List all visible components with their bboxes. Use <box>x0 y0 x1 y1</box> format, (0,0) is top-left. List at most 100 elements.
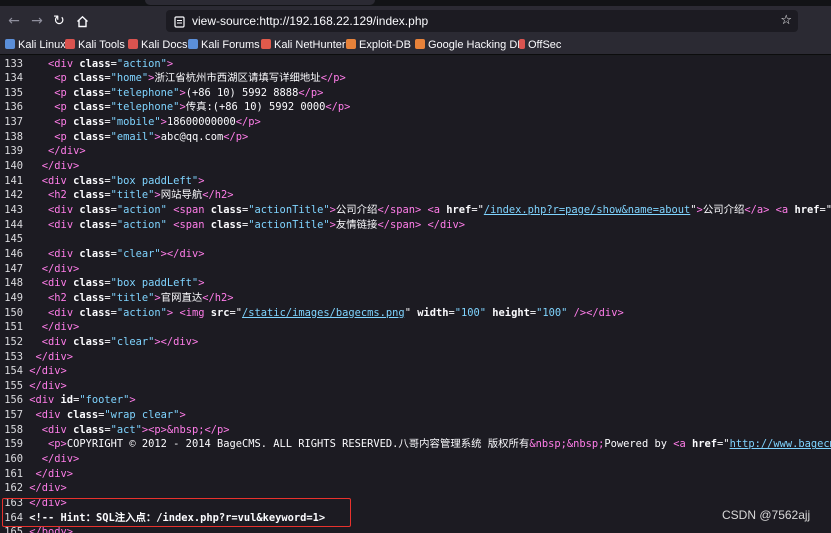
source-token: </p> <box>320 72 346 85</box>
source-token <box>29 145 48 157</box>
source-token: <div <box>48 306 80 319</box>
watermark: CSDN @7562ajj <box>722 508 811 522</box>
line-number: 153 <box>4 350 23 363</box>
bookmark-kali-tools[interactable]: Kali Tools <box>65 36 125 54</box>
source-token <box>29 116 54 128</box>
line-number: 138 <box>4 130 23 143</box>
source-line: 136 <p class="telephone">传真:(+86 10) 599… <box>0 100 350 115</box>
source-token: "telephone" <box>110 86 180 99</box>
source-token: </span> <box>377 218 422 231</box>
source-token: "email" <box>110 130 155 143</box>
bookmark-google-hacking-db[interactable]: Google Hacking DB <box>415 36 525 54</box>
line-number: 145 <box>4 233 23 246</box>
page-info-icon[interactable] <box>172 13 186 29</box>
source-line: 151 </div> <box>0 320 79 335</box>
bookmark-star-icon[interactable]: ☆ <box>780 10 792 32</box>
source-token: > <box>179 409 186 422</box>
source-token: 浙江省杭州市西湖区请填写详细地址 <box>154 72 321 85</box>
line-number: 143 <box>4 204 23 216</box>
home-icon[interactable] <box>69 6 95 36</box>
source-token: height <box>492 306 530 319</box>
bookmark-kali-linux[interactable]: Kali Linux <box>5 36 66 54</box>
source-token <box>29 131 54 143</box>
source-token: <p <box>54 72 74 85</box>
source-link[interactable]: /index.php?r=page/show&name=about <box>484 204 690 216</box>
bookmark-exploit-db[interactable]: Exploit-DB <box>346 36 411 54</box>
source-token: 18600000000 <box>166 116 236 129</box>
source-line: 141 <div class="box paddLeft"> <box>0 174 204 189</box>
source-token: class <box>73 189 105 202</box>
source-line: 156 <div id="footer"> <box>0 393 135 408</box>
ghdb-icon <box>415 39 425 49</box>
line-number: 160 <box>4 453 23 466</box>
source-token: </div> <box>35 350 74 363</box>
source-token: "home" <box>110 72 149 85</box>
source-token: </a> <box>744 204 770 216</box>
address-bar[interactable]: view-source:http://192.168.22.129/index.… <box>166 10 798 32</box>
source-token: class <box>79 204 111 216</box>
line-number: 140 <box>4 160 23 173</box>
source-token: id <box>60 394 74 407</box>
source-token: "act" <box>110 423 142 436</box>
source-token: </div> <box>427 218 466 231</box>
source-token: "box paddLeft" <box>110 277 199 290</box>
source-token: "title" <box>110 189 155 202</box>
bookmark-kali-docs[interactable]: Kali Docs <box>128 36 187 54</box>
kali-nethunter-icon <box>261 39 271 49</box>
source-token: <div <box>48 218 80 231</box>
kali-docs-icon <box>128 39 138 49</box>
source-token: &nbsp; <box>166 423 205 436</box>
active-tab[interactable] <box>145 0 375 5</box>
source-token: ></div> <box>160 247 205 260</box>
kali-dragon-icon <box>5 39 15 49</box>
source-token: <p <box>54 101 74 114</box>
source-token <box>29 58 48 70</box>
line-number: 137 <box>4 116 23 129</box>
line-number: 142 <box>4 189 23 202</box>
source-line: 153 </div> <box>0 350 73 365</box>
source-line: 152 <div class="clear"></div> <box>0 335 198 350</box>
source-token: class <box>66 409 99 422</box>
source-line: 143 <div class="action" <span class="act… <box>0 203 831 218</box>
source-token: "clear" <box>116 247 161 260</box>
line-number: 154 <box>4 365 23 378</box>
source-token: class <box>79 306 111 319</box>
source-token: </div> <box>41 453 80 466</box>
bookmark-kali-forums[interactable]: Kali Forums <box>188 36 260 54</box>
source-token <box>29 277 42 289</box>
source-line: 155 </div> <box>0 379 67 394</box>
source-token: "100" <box>454 306 487 319</box>
source-token: href <box>446 204 472 216</box>
source-link[interactable]: /static/images/bagecms.png <box>242 307 405 319</box>
kali-tools-icon <box>65 39 75 49</box>
source-token: <div <box>48 204 80 216</box>
source-token: src <box>210 306 230 319</box>
source-token: ></div> <box>154 335 199 348</box>
source-token: /></div> <box>573 306 624 319</box>
source-token: "100" <box>536 306 568 319</box>
source-token <box>29 424 42 436</box>
page-source-view[interactable]: 133 <div class="action"> 134 <p class="ho… <box>0 56 831 533</box>
source-token: "wrap clear" <box>104 409 180 422</box>
source-token: <span <box>173 218 211 231</box>
source-token <box>29 292 48 304</box>
source-token: class <box>73 291 105 304</box>
source-token: class <box>210 218 243 231</box>
source-line: 144 <div class="action" <span class="act… <box>0 218 465 233</box>
source-token: COPYRIGHT © 2012 - 2014 BageCMS. ALL RIG… <box>66 438 530 451</box>
source-line: 138 <p class="email">abc@qq.com</p> <box>0 130 248 145</box>
source-link[interactable]: http://www.bagecms.co <box>730 438 831 450</box>
source-token <box>29 189 48 201</box>
source-token: <div <box>48 57 80 70</box>
source-token: =" <box>471 204 484 216</box>
url-text[interactable]: view-source:http://192.168.22.129/index.… <box>192 10 428 32</box>
source-token: "mobile" <box>110 116 161 129</box>
line-number: 161 <box>4 467 23 480</box>
source-token: </span> <box>377 204 422 216</box>
source-token <box>29 204 48 216</box>
line-number: 156 <box>4 394 23 407</box>
source-token: </div> <box>41 321 80 334</box>
bookmark-kali-nethunter[interactable]: Kali NetHunter <box>261 36 346 54</box>
source-line: 135 <p class="telephone">(+86 10) 5992 8… <box>0 86 323 101</box>
bookmark-offsec[interactable]: OffSec <box>519 36 561 54</box>
